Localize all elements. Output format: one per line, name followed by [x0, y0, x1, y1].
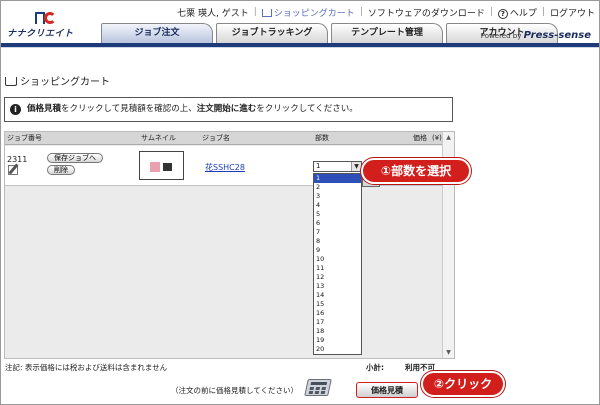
- delete-button[interactable]: 削除: [47, 165, 75, 175]
- help-link-label: ヘルプ: [509, 8, 537, 19]
- job-thumbnail[interactable]: [139, 151, 184, 180]
- cart-link-label: ショッピングカート: [273, 8, 355, 19]
- info-box: i 価格見積をクリックして見積額を確認の上、注文開始に進むをクリックしてください…: [4, 97, 453, 122]
- col-thumbnail: サムネイル: [141, 134, 176, 142]
- calculator-icon: [304, 379, 332, 396]
- info-text: をクリックして見積額を確認の上、: [61, 104, 197, 114]
- save-job-button[interactable]: 保存ジョブへ: [47, 153, 103, 163]
- separator: |: [359, 7, 363, 17]
- step1-callout: ①部数を選択: [361, 158, 471, 184]
- powered-by-label: Powered by: [480, 32, 522, 40]
- quantity-option[interactable]: 5: [314, 210, 361, 219]
- quantity-select[interactable]: 1 ▼: [313, 161, 362, 172]
- quantity-option[interactable]: 19: [314, 336, 361, 345]
- page-title-text: ショッピングカート: [20, 77, 110, 88]
- info-price-quote: 価格見積: [27, 104, 62, 114]
- edit-icon[interactable]: [8, 165, 18, 175]
- top-links: 七栗 瑛人, ゲスト | ショッピングカート | ソフトウェアのダウンロード |…: [177, 5, 595, 19]
- col-price-unit: (¥): [432, 134, 442, 142]
- quantity-option[interactable]: 13: [314, 282, 361, 291]
- job-name-link[interactable]: 花SSHC28: [205, 162, 245, 173]
- cart-icon: [5, 77, 17, 86]
- chevron-down-icon[interactable]: ▼: [351, 162, 361, 171]
- quote-hint: （注文の前に価格見積してください）: [171, 386, 299, 395]
- quantity-option[interactable]: 20: [314, 345, 361, 354]
- help-icon: ?: [497, 8, 508, 19]
- quantity-option[interactable]: 2: [314, 183, 361, 192]
- table-header: ジョブ番号 サムネイル ジョブ名 部数 価格 (¥): [5, 132, 443, 145]
- separator: |: [489, 7, 493, 17]
- quantity-value: 1: [316, 162, 321, 170]
- tab-job-order[interactable]: ジョブ注文: [101, 23, 213, 43]
- quantity-option[interactable]: 7: [314, 228, 361, 237]
- quantity-option[interactable]: 17: [314, 318, 361, 327]
- tab-template-management[interactable]: テンプレート管理: [331, 23, 443, 43]
- col-price: 価格: [413, 134, 427, 142]
- logo: ナナクリエイト: [7, 11, 89, 39]
- quantity-option[interactable]: 18: [314, 327, 361, 336]
- job-number: 2311: [7, 155, 28, 164]
- scroll-down-icon[interactable]: ▼: [444, 348, 453, 357]
- quantity-option[interactable]: 4: [314, 201, 361, 210]
- cart-link[interactable]: ショッピングカート: [261, 6, 355, 19]
- info-proceed: 注文開始に進む: [196, 104, 257, 114]
- quantity-option[interactable]: 15: [314, 300, 361, 309]
- page-title: ショッピングカート: [5, 73, 110, 88]
- quantity-option[interactable]: 12: [314, 273, 361, 282]
- app-window: ナナクリエイト 七栗 瑛人, ゲスト | ショッピングカート | ソフトウェアの…: [0, 0, 600, 405]
- info-icon: i: [10, 104, 21, 115]
- quantity-option[interactable]: 11: [314, 264, 361, 273]
- logout-link[interactable]: ログアウト: [550, 6, 595, 19]
- powered-brand: Press-sense: [523, 30, 591, 41]
- scroll-up-icon[interactable]: ▲: [444, 133, 453, 142]
- user-name: 七栗 瑛人, ゲスト: [177, 8, 249, 19]
- info-text-end: をクリックしてください。: [256, 104, 358, 114]
- quantity-option[interactable]: 3: [314, 192, 361, 201]
- footer-note: 注記: 表示価格には税および送料は含まれません: [5, 363, 168, 372]
- col-quantity: 部数: [315, 134, 329, 142]
- price-quote-button[interactable]: 価格見積: [356, 382, 418, 398]
- quantity-option[interactable]: 10: [314, 255, 361, 264]
- col-job-name: ジョブ名: [202, 134, 230, 142]
- help-link[interactable]: ? ヘルプ: [497, 6, 537, 19]
- header-divider: [1, 47, 599, 48]
- logo-text: ナナクリエイト: [7, 29, 74, 39]
- quantity-option[interactable]: 14: [314, 291, 361, 300]
- download-link[interactable]: ソフトウェアのダウンロード: [368, 6, 485, 19]
- quantity-option[interactable]: 9: [314, 246, 361, 255]
- quantity-options-list[interactable]: 1 2 3 4 5 6 7 8 9 10 11 12 13 14 15 16 1…: [313, 173, 362, 355]
- logo-mark-icon: [35, 11, 57, 25]
- tab-job-tracking[interactable]: ジョブトラッキング: [216, 23, 328, 43]
- subtotal-label: 小計:: [366, 363, 384, 372]
- cart-icon: [261, 8, 272, 17]
- quantity-option[interactable]: 8: [314, 237, 361, 246]
- col-job-no: ジョブ番号: [7, 134, 42, 142]
- powered-by: Powered by Press-sense: [481, 30, 591, 41]
- step2-callout: ②クリック: [421, 371, 505, 397]
- quantity-option[interactable]: 1: [314, 174, 361, 183]
- quantity-option[interactable]: 6: [314, 219, 361, 228]
- quantity-option[interactable]: 16: [314, 309, 361, 318]
- separator: |: [541, 7, 545, 17]
- separator: |: [253, 7, 257, 17]
